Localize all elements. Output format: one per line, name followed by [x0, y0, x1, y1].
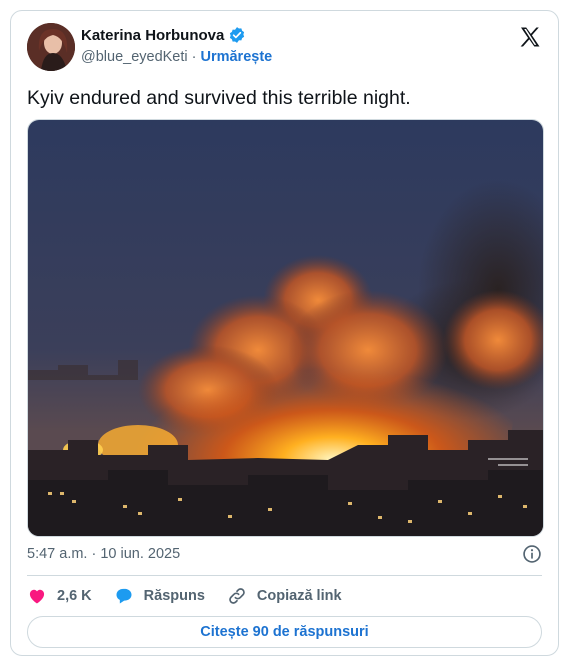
author-name-row: Katerina Horbunova	[81, 26, 246, 44]
reply-label: Răspuns	[143, 588, 205, 604]
like-count: 2,6 K	[57, 588, 92, 604]
tweet-timestamp[interactable]: 5:47 a.m. · 10 iun. 2025	[27, 546, 180, 562]
author-handle[interactable]: @blue_eyedKeti	[81, 49, 188, 65]
verified-badge-icon	[230, 27, 245, 43]
read-replies-button[interactable]: Citește 90 de răspunsuri	[27, 616, 542, 648]
heart-icon	[29, 589, 45, 604]
avatar[interactable]	[27, 23, 75, 71]
tweet-card: Katerina Horbunova @blue_eyedKeti · Urmă…	[10, 10, 559, 656]
reply-bubble-icon	[116, 588, 132, 604]
tweet-photo[interactable]	[27, 119, 544, 537]
divider	[27, 575, 542, 576]
copy-link-button[interactable]: Copiază link	[227, 586, 342, 606]
like-button[interactable]: 2,6 K	[27, 586, 92, 606]
avatar-image	[27, 23, 75, 71]
separator-dot: ·	[191, 49, 197, 65]
action-bar: 2,6 K Răspuns Copiază link	[27, 586, 364, 606]
copy-link-label: Copiază link	[256, 588, 342, 604]
fire-night-city-image	[28, 120, 543, 536]
link-icon	[229, 588, 245, 604]
read-replies-label: Citește 90 de răspunsuri	[200, 624, 369, 640]
reply-button[interactable]: Răspuns	[114, 586, 205, 606]
author-handle-row: @blue_eyedKeti · Urmărește	[81, 49, 272, 65]
tweet-text: Kyiv endured and survived this terrible …	[27, 87, 411, 109]
follow-button[interactable]: Urmărește	[200, 49, 272, 65]
info-icon[interactable]	[522, 544, 542, 564]
author-name[interactable]: Katerina Horbunova	[81, 27, 224, 44]
x-logo-icon[interactable]	[518, 25, 542, 49]
